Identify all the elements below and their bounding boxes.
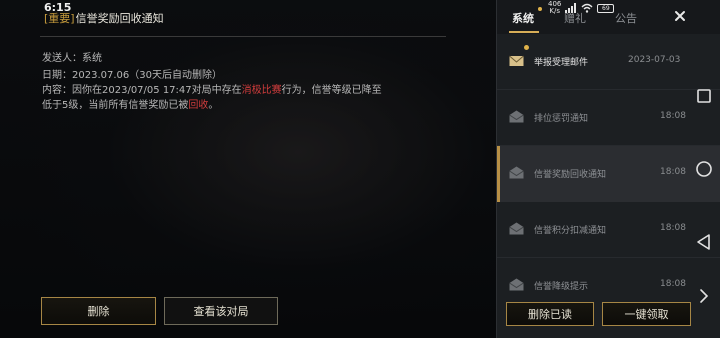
status-bar-time: 6:15 [44,1,72,14]
mail-item-title: 信誉奖励回收通知 [534,170,607,180]
mail-item-title: 信誉降级提示 [534,282,589,292]
mail-subject: 信誉奖励回收通知 [75,12,164,25]
mail-item-selected[interactable]: 信誉奖励回收通知 18:08 [497,146,720,202]
divider [40,36,446,37]
mail-item-title: 排位惩罚通知 [534,114,589,124]
content-highlight-recalled: 回收 [188,100,209,111]
mail-item[interactable]: 信誉积分扣减通知 18:08 [497,202,720,258]
envelope-icon [509,55,524,66]
sender-label: 发送人： [42,53,82,64]
signal-icon [565,3,577,13]
mail-item-title: 信誉积分扣减通知 [534,226,607,236]
mail-list-panel: 系统 赠礼 公告 举报受理邮件 2023-07-03 排位惩罚通知 18:08 [496,0,720,338]
mail-content: 内容：因你在2023/07/05 17:47对局中存在消极比赛行为，信誉等级已降… [42,83,382,113]
mail-item-time: 18:08 [660,223,686,233]
opened-envelope-icon [509,166,524,179]
delete-button[interactable]: 删除 [41,297,156,325]
delete-read-button[interactable]: 删除已读 [506,302,594,326]
home-icon[interactable] [694,159,714,179]
mail-item-title: 举报受理邮件 [534,58,589,68]
active-tab-indicator [509,31,539,33]
chevron-right-icon[interactable] [694,286,714,306]
content-prefix: 内容：因你在2023/07/05 17:47对局中存在 [42,85,242,96]
date-label: 日期： [42,70,72,81]
unread-dot [538,7,542,11]
battery-level: 69 [602,4,610,12]
opened-envelope-icon [509,222,524,235]
view-match-button[interactable]: 查看该对局 [164,297,278,325]
opened-envelope-icon [509,110,524,123]
claim-all-button[interactable]: 一键领取 [602,302,691,326]
sender-value: 系统 [82,53,102,64]
mail-detail-pane: [重要]信誉奖励回收通知 发送人：系统 日期：2023.07.06（30天后自动… [0,0,496,338]
sender-line: 发送人：系统 [42,49,102,64]
panel-footer: 删除已读 一键领取 [497,296,720,338]
back-icon[interactable] [694,232,714,252]
close-icon[interactable] [673,9,687,23]
content-highlight-negative-play: 消极比赛 [241,85,282,96]
mail-item[interactable]: 举报受理邮件 2023-07-03 [497,34,720,90]
mail-item-time: 18:08 [660,279,686,289]
opened-envelope-icon [509,278,524,291]
content-suffix: 。 [208,100,219,111]
tab-notice[interactable]: 公告 [615,10,637,26]
recent-apps-icon[interactable] [694,86,714,106]
mail-item-time: 18:08 [660,111,686,121]
tab-system[interactable]: 系统 [512,10,534,26]
mail-item[interactable]: 排位惩罚通知 18:08 [497,90,720,146]
mail-item-time: 2023-07-03 [628,55,681,65]
date-line: 日期：2023.07.06（30天后自动删除） [42,66,222,81]
wifi-icon [581,3,593,13]
network-speed-unit: K/s [549,7,560,15]
unread-dot [524,45,529,50]
battery-icon: 69 [597,3,615,13]
date-value: 2023.07.06 [72,70,130,81]
mail-item-time: 18:08 [660,167,686,177]
status-bar-icons: 406 K/s 69 [548,1,615,15]
date-note: （30天后自动删除） [129,70,222,81]
network-speed: 406 K/s [548,1,561,15]
